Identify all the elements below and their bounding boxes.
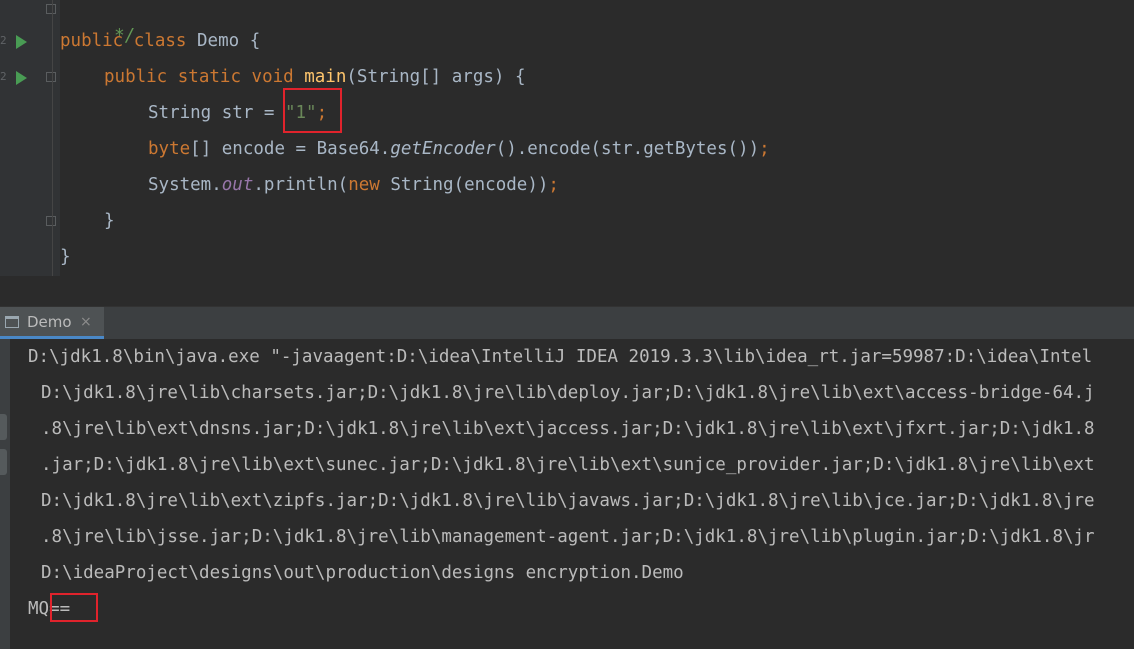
static-method-call: getEncoder [390,139,496,159]
brace: } [60,247,71,267]
fold-icon[interactable] [46,4,56,14]
fold-guide [52,0,53,276]
code-line-close-class: } [60,239,71,275]
console-line: D:\ideaProject\designs\out\production\de… [41,563,684,583]
run-tab-demo[interactable]: Demo × [0,307,104,339]
console-line: D:\jdk1.8\jre\lib\ext\zipfs.jar;D:\jdk1.… [41,491,1095,511]
code-line-close-method: } [104,203,115,239]
method-name: main [304,67,347,87]
console-line: .8\jre\lib\jsse.jar;D:\jdk1.8\jre\lib\ma… [41,527,1095,547]
keyword: public [60,31,124,51]
code-text: ().encode(str.getBytes()) [495,139,760,159]
console-icon [5,316,19,328]
code-line-class-decl: public class Demo { [60,23,260,59]
code-text: System. [148,175,222,195]
code-line-print-stmt: System.out.println(new String(encode)); [148,167,559,203]
keyword: public [104,67,168,87]
toolbar-button[interactable] [0,414,7,440]
keyword: class [133,31,187,51]
code-line-comment: */ [72,0,135,46]
fold-icon[interactable] [46,216,56,226]
code-editor[interactable]: 2 2 */ public class Demo { public static… [0,0,1134,276]
keyword: byte [148,139,191,159]
console-toolbar [0,339,10,649]
line-number: 2 [0,70,7,83]
run-main-icon[interactable] [16,71,27,85]
keyword: void [251,67,294,87]
tab-label: Demo [27,313,72,331]
code-line-encode-decl: byte[] encode = Base64.getEncoder().enco… [148,131,770,167]
keyword: static [177,67,241,87]
brace: { [239,31,261,51]
highlight-box-input [283,88,342,133]
code-text: [] encode = Base64. [190,139,391,159]
console-line: D:\jdk1.8\jre\lib\charsets.jar;D:\jdk1.8… [41,383,1095,403]
panel-separator [0,276,1134,306]
run-class-icon[interactable] [16,35,27,49]
code-text: String str = [148,103,285,123]
close-icon[interactable]: × [80,307,92,337]
console-output[interactable]: D:\jdk1.8\bin\java.exe "-javaagent:D:\id… [0,339,1134,649]
console-line: .8\jre\lib\ext\dnsns.jar;D:\jdk1.8\jre\l… [41,419,1095,439]
code-text: .println( [253,175,349,195]
semicolon: ; [548,175,559,195]
toolbar-button[interactable] [0,449,7,475]
line-number: 2 [0,34,7,47]
static-field: out [221,175,254,195]
class-name: Demo [197,31,240,51]
method-params: (String[] args) { [346,67,526,87]
fold-icon[interactable] [46,72,56,82]
keyword: new [348,175,380,195]
console-line: D:\jdk1.8\bin\java.exe "-javaagent:D:\id… [28,347,1093,367]
console-line: .jar;D:\jdk1.8\jre\lib\ext\sunec.jar;D:\… [41,455,1095,475]
highlight-box-output [50,593,98,622]
editor-gutter: 2 2 [0,0,60,276]
brace: } [104,211,115,231]
code-text: String(encode)) [379,175,549,195]
semicolon: ; [759,139,770,159]
run-tool-header: Demo × [0,306,1134,339]
